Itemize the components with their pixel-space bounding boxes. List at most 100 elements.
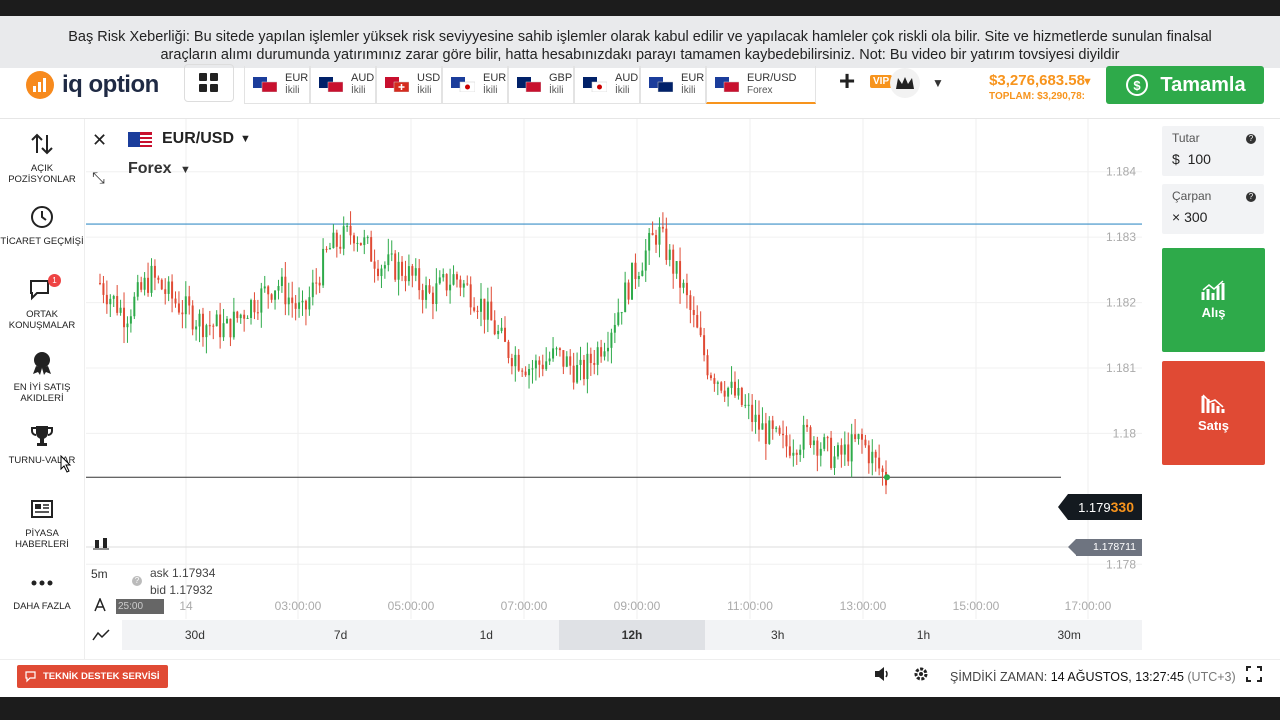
currency-flag-icon [715, 76, 739, 92]
buy-button[interactable]: Alış [1162, 248, 1265, 352]
candle-body [246, 317, 249, 319]
candle-body [771, 420, 774, 429]
bid-price: bid 1.17932 [150, 583, 213, 597]
amount-field[interactable]: Tutar $ 100 ? [1162, 126, 1264, 176]
candle-body [236, 311, 239, 319]
candle-body [164, 289, 167, 294]
amount-value[interactable]: 100 [1188, 151, 1211, 167]
candle-body [589, 353, 592, 364]
candle-body [318, 282, 321, 286]
risk-warning-line2: araçların alımı durumunda yatırımınız za… [160, 47, 1120, 63]
period-option-3h[interactable]: 3h [705, 620, 851, 650]
add-asset-button[interactable]: + [830, 64, 864, 98]
sound-icon[interactable] [873, 666, 891, 687]
amount-help-icon[interactable]: ? [1246, 134, 1256, 144]
instrument-type-selector[interactable]: Forex ▼ [128, 160, 191, 178]
x-tick-label: 14 [179, 599, 193, 613]
candle-body [298, 302, 301, 309]
close-chart-icon[interactable]: ✕ [92, 130, 107, 151]
candle-body [600, 347, 603, 357]
period-option-7d[interactable]: 7d [268, 620, 414, 650]
fullscreen-icon[interactable] [1246, 666, 1262, 687]
logo[interactable]: iq option [26, 70, 159, 100]
period-option-30d[interactable]: 30d [122, 620, 268, 650]
period-option-12h[interactable]: 12h [559, 620, 705, 650]
sidebar-item-label: PİYASA HABERLERİ [15, 528, 69, 550]
candle-type-icon[interactable] [92, 536, 110, 552]
sidebar-item-trade-history[interactable]: TİCARET GEÇMİŞİ [0, 200, 84, 247]
multiplier-value[interactable]: × 300 [1172, 209, 1254, 225]
settings-gear-icon[interactable] [913, 666, 929, 687]
help-icon[interactable]: ? [132, 576, 142, 586]
multiplier-field[interactable]: Çarpan × 300 ? [1162, 184, 1264, 234]
multiplier-help-icon[interactable]: ? [1246, 192, 1256, 202]
candle-body [136, 282, 139, 297]
balance-dropdown-icon[interactable]: ▼ [1082, 76, 1093, 88]
support-button[interactable]: TEKNİK DESTEK SERVİSİ [17, 665, 168, 688]
candle-body [387, 254, 390, 266]
candle-body [596, 347, 599, 365]
last-price-dot [884, 474, 890, 481]
candle-body [500, 327, 503, 331]
balance-display[interactable]: $3,276,683.58 TOPLAM: $3,290,78: [975, 72, 1085, 102]
sidebar-item-chats[interactable]: 1 ORTAK KONUŞMALAR [0, 273, 84, 331]
candle-body [459, 279, 462, 288]
chart-down-icon [1201, 394, 1224, 413]
candle-body [631, 262, 634, 300]
period-option-1h[interactable]: 1h [851, 620, 997, 650]
collapse-icon[interactable]: ⤡ [92, 170, 105, 188]
candle-body [212, 325, 215, 327]
all-assets-button[interactable] [184, 64, 234, 102]
asset-tab[interactable]: EUR İkili [244, 66, 310, 104]
asset-tab[interactable]: GBP İkili [508, 66, 574, 104]
now-value: 14 AĞUSTOS, 13:27:45 [1050, 670, 1184, 684]
y-tick-label: 1.18 [1113, 426, 1137, 440]
candle-body [510, 358, 513, 367]
account-dropdown-icon[interactable]: ▼ [932, 76, 944, 90]
candle-body [129, 316, 132, 324]
asset-tab[interactable]: EUR İkili [442, 66, 508, 104]
deposit-button[interactable]: $ Tamamla [1106, 66, 1264, 104]
account-avatar[interactable] [890, 68, 920, 98]
sidebar-item-market-news[interactable]: PİYASA HABERLERİ [0, 492, 84, 550]
candle-body [428, 285, 431, 293]
candle-body [871, 451, 874, 464]
sell-button[interactable]: Satış [1162, 361, 1265, 465]
candle-body [514, 354, 517, 367]
period-option-30m[interactable]: 30m [996, 620, 1142, 650]
balance-amount: $3,276,683.58 [989, 72, 1085, 89]
sidebar-item-more[interactable]: DAHA FAZLA [0, 565, 84, 612]
candle-body [562, 350, 565, 367]
asset-tab[interactable]: USD İkili [376, 66, 442, 104]
asset-tab-name: USD [417, 72, 441, 84]
history-icon [31, 206, 53, 228]
chat-badge: 1 [48, 274, 61, 287]
asset-tab-name: EUR [483, 72, 507, 84]
sidebar-item-top-deals[interactable]: EN İYİ SATIŞ AKIDLERİ [0, 346, 84, 404]
candle-body [874, 451, 877, 458]
sidebar-item-open-positions[interactable]: AÇIK POZİSYONLAR [0, 127, 84, 185]
candlestick-chart[interactable]: 1.184 1.183 1.182 1.181 1.18 1.178 14 03:00:00 0… [86, 119, 1146, 659]
candle-body [250, 300, 253, 318]
candle-body [373, 261, 376, 269]
indicators-icon[interactable] [92, 628, 110, 642]
candle-body [799, 449, 802, 455]
candle-body [294, 303, 297, 309]
asset-tab[interactable]: AUD İkili [310, 66, 376, 104]
candle-body [311, 282, 314, 298]
drawing-tools-icon[interactable] [93, 598, 107, 612]
asset-tab[interactable]: AUD İkili [574, 66, 640, 104]
asset-tab[interactable]: EUR/USD Forex [706, 66, 816, 104]
candle-body [637, 276, 640, 280]
asset-tab[interactable]: EUR İkili [640, 66, 706, 104]
pair-selector[interactable]: EUR/USD ▼ [128, 130, 251, 148]
x-tick-label: 09:00:00 [614, 599, 661, 613]
chart-area[interactable]: 1.184 1.183 1.182 1.181 1.18 1.178 14 03:00:00 0… [86, 119, 1146, 659]
period-option-1d[interactable]: 1d [413, 620, 559, 650]
candle-body [177, 303, 180, 313]
candle-body [150, 265, 153, 293]
logo-text: iq option [62, 71, 159, 98]
candle-timer: 25:00 [116, 599, 164, 614]
sell-label: Satış [1197, 418, 1230, 433]
timeframe-selector[interactable]: 5m [91, 567, 108, 581]
